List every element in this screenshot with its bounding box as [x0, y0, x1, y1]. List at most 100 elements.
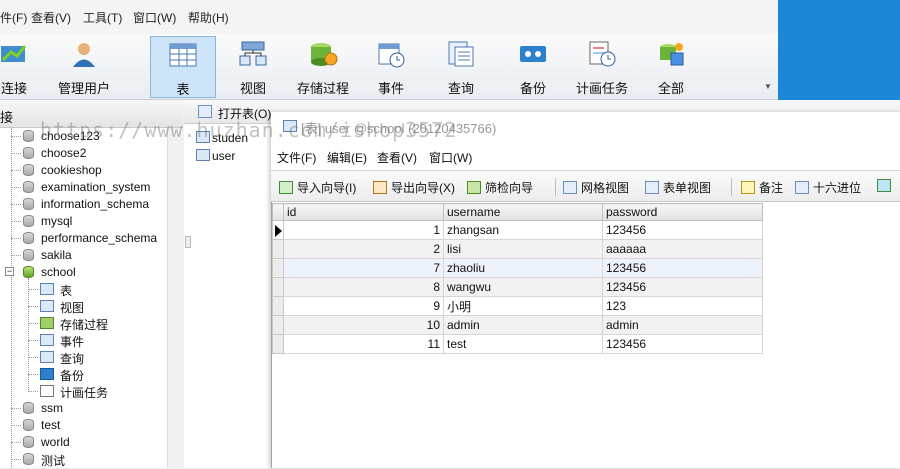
cell-username[interactable]: zhaoliu — [443, 258, 603, 278]
table-row[interactable]: 1 zhangsan 123456 — [272, 220, 763, 240]
backup-button[interactable]: 备份 — [508, 36, 558, 98]
cell-username[interactable]: 小明 — [443, 296, 603, 316]
tree-scrollbar[interactable] — [167, 128, 183, 468]
image-button[interactable] — [877, 179, 895, 193]
cell-id[interactable]: 2 — [283, 239, 444, 259]
row-indicator[interactable] — [272, 239, 284, 259]
filter-wizard-button[interactable]: 筛检向导 — [467, 179, 533, 196]
row-indicator[interactable] — [272, 296, 284, 316]
database-icon — [23, 130, 34, 142]
window-menu-view[interactable]: 查看(V) — [377, 149, 417, 166]
cell-id[interactable]: 10 — [283, 315, 444, 335]
table-icon — [169, 43, 197, 67]
cell-password[interactable]: admin — [602, 315, 763, 335]
table-item-user[interactable]: user — [212, 149, 235, 163]
window-menu-edit[interactable]: 编辑(E) — [327, 149, 367, 166]
menu-view[interactable]: 查看(V) — [31, 9, 71, 26]
table-row[interactable]: 7 zhaoliu 123456 — [272, 258, 763, 278]
query-button[interactable]: 查询 — [436, 36, 486, 98]
all-button[interactable]: 全部 — [646, 36, 696, 98]
data-grid: id username password 1 zhangsan 123456 2… — [272, 203, 763, 354]
menu-bar: 件(F) 查看(V) 工具(T) 窗口(W) 帮助(H) — [0, 0, 778, 34]
grid-header-row: id username password — [272, 203, 763, 221]
table-icon — [40, 283, 54, 295]
database-icon — [23, 402, 34, 414]
table-icon — [196, 149, 210, 161]
cell-password[interactable]: 123 — [602, 296, 763, 316]
cell-password[interactable]: 123456 — [602, 258, 763, 278]
filter-icon — [467, 181, 481, 194]
row-indicator[interactable] — [272, 277, 284, 297]
row-indicator[interactable] — [272, 220, 284, 240]
row-indicator[interactable] — [272, 315, 284, 335]
cell-password[interactable]: aaaaaa — [602, 239, 763, 259]
cell-id[interactable]: 7 — [283, 258, 444, 278]
procedure-icon — [311, 43, 338, 66]
table-row[interactable]: 2 lisi aaaaaa — [272, 239, 763, 259]
memo-icon — [741, 181, 755, 194]
cell-username[interactable]: test — [443, 334, 603, 354]
hex-icon — [795, 181, 809, 194]
database-icon — [23, 215, 34, 227]
database-icon — [23, 181, 34, 193]
user-icon — [73, 43, 95, 67]
manage-users-button[interactable]: 管理用户 — [50, 36, 118, 98]
window-menu-file[interactable]: 文件(F) — [277, 149, 316, 166]
cell-username[interactable]: zhangsan — [443, 220, 603, 240]
export-wizard-button[interactable]: 导出向导(X) — [373, 179, 455, 196]
schedule-icon — [40, 385, 54, 397]
cell-username[interactable]: lisi — [443, 239, 603, 259]
row-indicator[interactable] — [272, 258, 284, 278]
grid-view-icon — [563, 181, 577, 194]
export-icon — [373, 181, 387, 194]
cell-id[interactable]: 8 — [283, 277, 444, 297]
view-button[interactable]: 视图 — [228, 36, 278, 98]
column-header-password[interactable]: password — [602, 203, 763, 221]
database-icon — [23, 419, 34, 431]
schedule-button[interactable]: 计画任务 — [572, 36, 632, 98]
menu-window[interactable]: 窗口(W) — [133, 9, 176, 26]
event-icon — [40, 334, 54, 346]
cell-id[interactable]: 11 — [283, 334, 444, 354]
menu-file[interactable]: 件(F) — [0, 9, 27, 26]
table-row[interactable]: 11 test 123456 — [272, 334, 763, 354]
menu-help[interactable]: 帮助(H) — [188, 9, 229, 26]
database-icon — [23, 198, 34, 210]
cell-password[interactable]: 123456 — [602, 220, 763, 240]
table-row[interactable]: 8 wangwu 123456 — [272, 277, 763, 297]
open-table-icon — [198, 105, 212, 118]
memo-button[interactable]: 备注 — [741, 179, 783, 196]
view-icon — [239, 41, 267, 66]
stored-procedure-button[interactable]: 存储过程 — [290, 36, 356, 98]
database-icon — [23, 232, 34, 244]
table-row[interactable]: 9 小明 123 — [272, 296, 763, 316]
import-wizard-button[interactable]: 导入向导(I) — [279, 179, 356, 196]
row-indicator[interactable] — [272, 334, 284, 354]
splitter-handle[interactable] — [185, 236, 191, 248]
cell-username[interactable]: wangwu — [443, 277, 603, 297]
menu-tools[interactable]: 工具(T) — [83, 9, 122, 26]
watermark: https://www.huzhan.com/ishop3572 — [40, 118, 458, 142]
cell-password[interactable]: 123456 — [602, 277, 763, 297]
column-header-id[interactable]: id — [283, 203, 444, 221]
cell-password[interactable]: 123456 — [602, 334, 763, 354]
cell-id[interactable]: 9 — [283, 296, 444, 316]
grid-view-button[interactable]: 网格视图 — [563, 179, 629, 196]
backup-icon — [520, 46, 546, 62]
toolbar-overflow-icon[interactable]: ▼ — [764, 82, 772, 91]
column-header-username[interactable]: username — [443, 203, 603, 221]
cell-id[interactable]: 1 — [283, 220, 444, 240]
hex-button[interactable]: 十六进位 — [795, 179, 861, 196]
import-icon — [279, 181, 293, 194]
window-menu-window[interactable]: 窗口(W) — [429, 149, 472, 166]
connect-button[interactable]: 连接 — [0, 36, 40, 98]
row-indicator-header — [272, 203, 284, 221]
event-button[interactable]: 事件 — [366, 36, 416, 98]
table-button[interactable]: 表 — [150, 36, 216, 98]
cell-username[interactable]: admin — [443, 315, 603, 335]
connect-icon — [1, 45, 27, 62]
collapse-icon[interactable]: − — [5, 267, 14, 276]
image-icon — [877, 179, 891, 192]
form-view-button[interactable]: 表单视图 — [645, 179, 711, 196]
table-row[interactable]: 10 admin admin — [272, 315, 763, 335]
